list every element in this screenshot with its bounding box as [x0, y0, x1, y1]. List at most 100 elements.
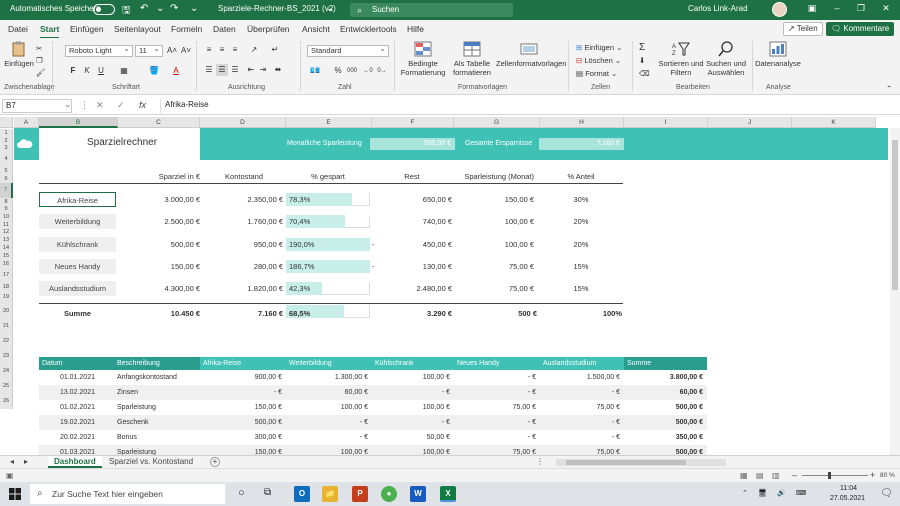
- row-header-11[interactable]: 11: [0, 221, 13, 229]
- row-header-12[interactable]: 12: [0, 229, 13, 236]
- fill-color-icon[interactable]: 🪣: [148, 65, 160, 77]
- goal-name-cell[interactable]: Neues Handy: [39, 259, 116, 274]
- zoom-level[interactable]: 80 %: [880, 472, 895, 479]
- user-name[interactable]: Carlos Link-Arad: [688, 4, 748, 13]
- collapse-ribbon-icon[interactable]: ⌃: [886, 84, 892, 93]
- powerpoint-icon[interactable]: P: [352, 486, 368, 502]
- font-color-icon[interactable]: A: [170, 65, 182, 77]
- chrome-icon[interactable]: ●: [381, 486, 397, 502]
- column-header-j[interactable]: J: [708, 117, 792, 128]
- column-header-k[interactable]: K: [792, 117, 876, 128]
- cut-icon[interactable]: ✂: [36, 44, 42, 53]
- zoom-slider-thumb[interactable]: [828, 472, 831, 479]
- undo-dropdown-icon[interactable]: ⌄: [156, 3, 164, 14]
- tab-daten[interactable]: Daten: [213, 24, 236, 34]
- shrink-font-icon[interactable]: A˅: [180, 45, 192, 57]
- number-format-select[interactable]: Standard: [307, 44, 389, 57]
- save-icon[interactable]: 🖫: [122, 3, 131, 20]
- zoom-in-icon[interactable]: +: [870, 470, 875, 480]
- tab-seitenlayout[interactable]: Seitenlayout: [114, 24, 161, 34]
- column-header-h[interactable]: H: [540, 117, 624, 128]
- row-header-15[interactable]: 15: [0, 252, 13, 260]
- row-header-20[interactable]: 20: [0, 304, 13, 319]
- column-header-e[interactable]: E: [286, 117, 372, 128]
- clock-date[interactable]: 27.05.2021: [830, 495, 865, 502]
- sheet-tab-dashboard[interactable]: Dashboard: [48, 456, 102, 468]
- percent-format-icon[interactable]: %: [332, 65, 344, 77]
- vertical-scrollbar[interactable]: [890, 128, 900, 455]
- align-right-icon[interactable]: ☰: [229, 64, 241, 76]
- underline-button[interactable]: U: [95, 65, 107, 77]
- network-icon[interactable]: 🖥: [758, 489, 767, 497]
- column-header-a[interactable]: A: [14, 117, 39, 128]
- copy-icon[interactable]: ❐: [36, 56, 43, 65]
- page-break-view-icon[interactable]: ▥: [772, 471, 780, 480]
- confirm-entry-icon[interactable]: ✓: [117, 100, 125, 111]
- tab-hilfe[interactable]: Hilfe: [407, 24, 424, 34]
- restore-icon[interactable]: ❐: [851, 3, 871, 14]
- task-view-icon[interactable]: ⧉: [264, 487, 271, 498]
- column-header-b[interactable]: B: [39, 117, 118, 128]
- align-top-icon[interactable]: ≡: [203, 44, 215, 56]
- column-header-i[interactable]: I: [624, 117, 708, 128]
- volume-icon[interactable]: 🔊: [777, 489, 786, 497]
- row-header-4[interactable]: 4: [0, 151, 13, 167]
- align-left-icon[interactable]: ☰: [203, 64, 215, 76]
- row-header-23[interactable]: 23: [0, 349, 13, 364]
- tab-start[interactable]: Start: [40, 24, 60, 39]
- format-painter-icon[interactable]: 🖌: [36, 68, 46, 77]
- outlook-icon[interactable]: O: [294, 486, 310, 502]
- decrease-decimal-icon[interactable]: 0→: [376, 65, 388, 77]
- orientation-icon[interactable]: ↗: [248, 44, 260, 56]
- font-size-select[interactable]: 11: [135, 44, 163, 57]
- format-cells-button[interactable]: ▤ Format ⌄: [576, 69, 617, 78]
- goal-name-cell[interactable]: Afrika-Reise: [39, 192, 116, 207]
- row-header-16[interactable]: 16: [0, 260, 13, 268]
- thousands-separator-icon[interactable]: 000: [346, 65, 358, 77]
- increase-decimal-icon[interactable]: ←0: [362, 65, 374, 77]
- next-sheet-icon[interactable]: ▸: [18, 456, 34, 468]
- cell-styles-button[interactable]: Zellenformatvorlagen: [496, 41, 566, 68]
- row-header-17[interactable]: 17: [0, 268, 13, 283]
- vertical-scroll-thumb[interactable]: [892, 140, 898, 290]
- cancel-entry-icon[interactable]: ✕: [96, 100, 104, 111]
- row-header-6[interactable]: 6: [0, 175, 13, 183]
- data-analysis-button[interactable]: Datenanalyse: [754, 41, 802, 68]
- tab-datei[interactable]: Datei: [8, 24, 28, 34]
- file-explorer-icon[interactable]: 📁: [322, 486, 338, 502]
- column-header-f[interactable]: F: [372, 117, 454, 128]
- row-header-5[interactable]: 5: [0, 167, 13, 175]
- taskbar-search[interactable]: ⌕ Zur Suche Text hier eingeben: [30, 484, 225, 504]
- column-header-g[interactable]: G: [454, 117, 540, 128]
- comments-button[interactable]: 🗨 Kommentare: [826, 22, 895, 36]
- decrease-indent-icon[interactable]: ⇤: [245, 64, 257, 76]
- language-icon[interactable]: ⌨: [796, 489, 806, 497]
- undo-icon[interactable]: ↶: [140, 3, 148, 14]
- sheet-tab-sparziel-vs-kontostand[interactable]: Sparziel vs. Kontostand: [103, 456, 199, 468]
- tab-ansicht[interactable]: Ansicht: [302, 24, 330, 34]
- tab-formeln[interactable]: Formeln: [171, 24, 202, 34]
- column-header-d[interactable]: D: [200, 117, 286, 128]
- merge-center-icon[interactable]: ⬌: [272, 64, 284, 76]
- align-bottom-icon[interactable]: ≡: [229, 44, 241, 56]
- share-button[interactable]: ↗ Teilen: [783, 22, 823, 36]
- word-icon[interactable]: W: [410, 486, 426, 502]
- name-box[interactable]: B7: [2, 99, 72, 113]
- row-header-7[interactable]: 7: [0, 183, 13, 198]
- excel-icon[interactable]: X: [440, 486, 456, 502]
- wrap-text-icon[interactable]: ↵: [269, 44, 281, 56]
- row-header-8[interactable]: 8: [0, 198, 13, 206]
- row-header-2[interactable]: 2: [0, 137, 13, 145]
- bold-button[interactable]: F: [67, 65, 79, 77]
- tab-split-handle-icon[interactable]: ⋮: [530, 456, 550, 468]
- font-name-select[interactable]: Roboto Light: [65, 44, 133, 57]
- close-icon[interactable]: ✕: [876, 3, 896, 14]
- goal-name-cell[interactable]: Kühlschrank: [39, 237, 116, 252]
- goal-name-cell[interactable]: Auslandsstudium: [39, 281, 116, 296]
- title-dropdown-icon[interactable]: ⌄: [326, 3, 334, 14]
- row-header-25[interactable]: 25: [0, 379, 13, 394]
- increase-indent-icon[interactable]: ⇥: [257, 64, 269, 76]
- insert-cells-button[interactable]: ⊞ Einfügen ⌄: [576, 43, 622, 52]
- find-select-button[interactable]: Suchen und Auswählen: [704, 41, 748, 77]
- zoom-out-icon[interactable]: –: [792, 470, 797, 480]
